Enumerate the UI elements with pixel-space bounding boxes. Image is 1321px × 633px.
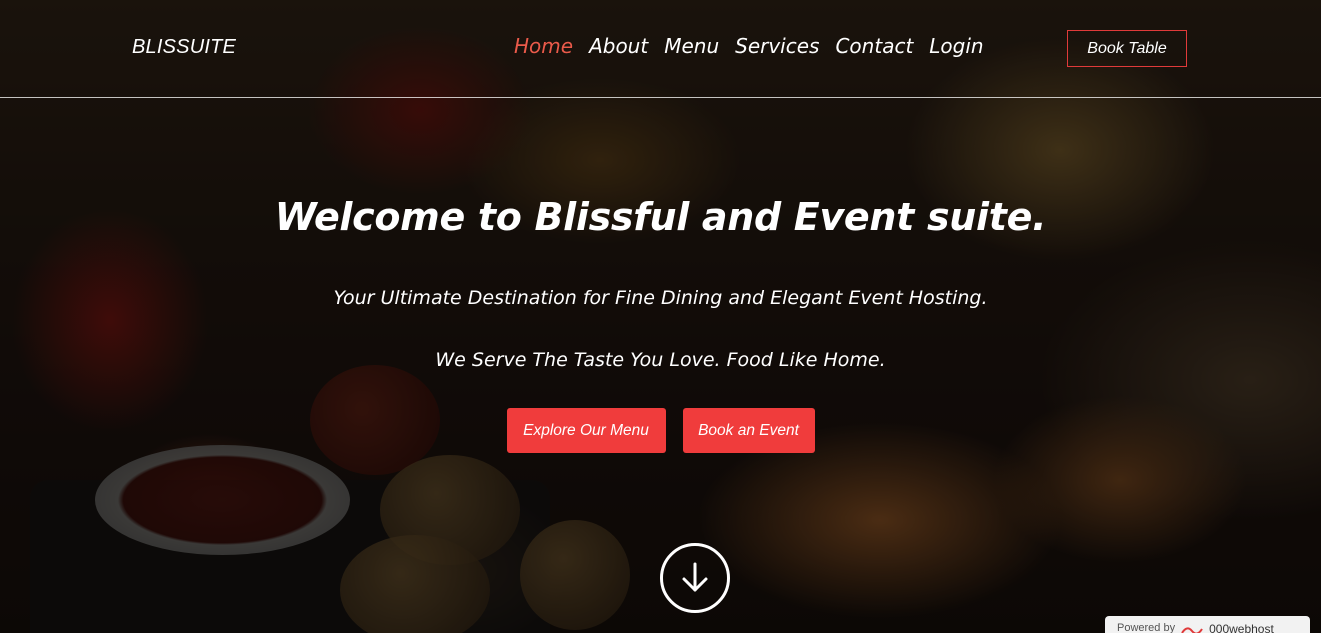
powered-by-label: Powered by <box>1117 622 1176 633</box>
roasted-potato <box>380 455 520 565</box>
roasted-potato <box>520 520 630 630</box>
nav-item-services[interactable]: Services <box>735 34 819 58</box>
arrow-down-icon <box>682 562 708 592</box>
roasted-potato <box>340 535 490 633</box>
book-event-button[interactable]: Book an Event <box>682 408 815 453</box>
nav-item-about[interactable]: About <box>589 34 648 58</box>
explore-menu-button[interactable]: Explore Our Menu <box>506 408 666 453</box>
hero-cta-group: Explore Our Menu Book an Event <box>0 408 1321 453</box>
scroll-down-button[interactable] <box>660 543 730 613</box>
hero-title: Welcome to Blissful and Event suite. <box>274 195 1047 239</box>
host-name: 000webhost <box>1209 622 1274 633</box>
serving-board <box>30 480 550 633</box>
hosting-badge[interactable]: Powered by 000webhost <box>1105 616 1310 633</box>
book-table-button[interactable]: Book Table <box>1067 30 1187 67</box>
top-navbar: BLISSUITE Home About Menu Services Conta… <box>0 0 1321 98</box>
nav-item-menu[interactable]: Menu <box>664 34 719 58</box>
hero-tagline: We Serve The Taste You Love. Food Like H… <box>435 349 886 371</box>
brand-logo[interactable]: BLISSUITE <box>132 36 236 59</box>
nav-item-home[interactable]: Home <box>514 34 573 58</box>
nav-item-contact[interactable]: Contact <box>835 34 913 58</box>
sauce-bowl <box>95 445 350 555</box>
host-logo-icon <box>1181 622 1203 633</box>
nav-item-login[interactable]: Login <box>929 34 983 58</box>
main-nav: Home About Menu Services Contact Login <box>514 34 984 58</box>
hero-subtitle: Your Ultimate Destination for Fine Dinin… <box>333 287 988 309</box>
